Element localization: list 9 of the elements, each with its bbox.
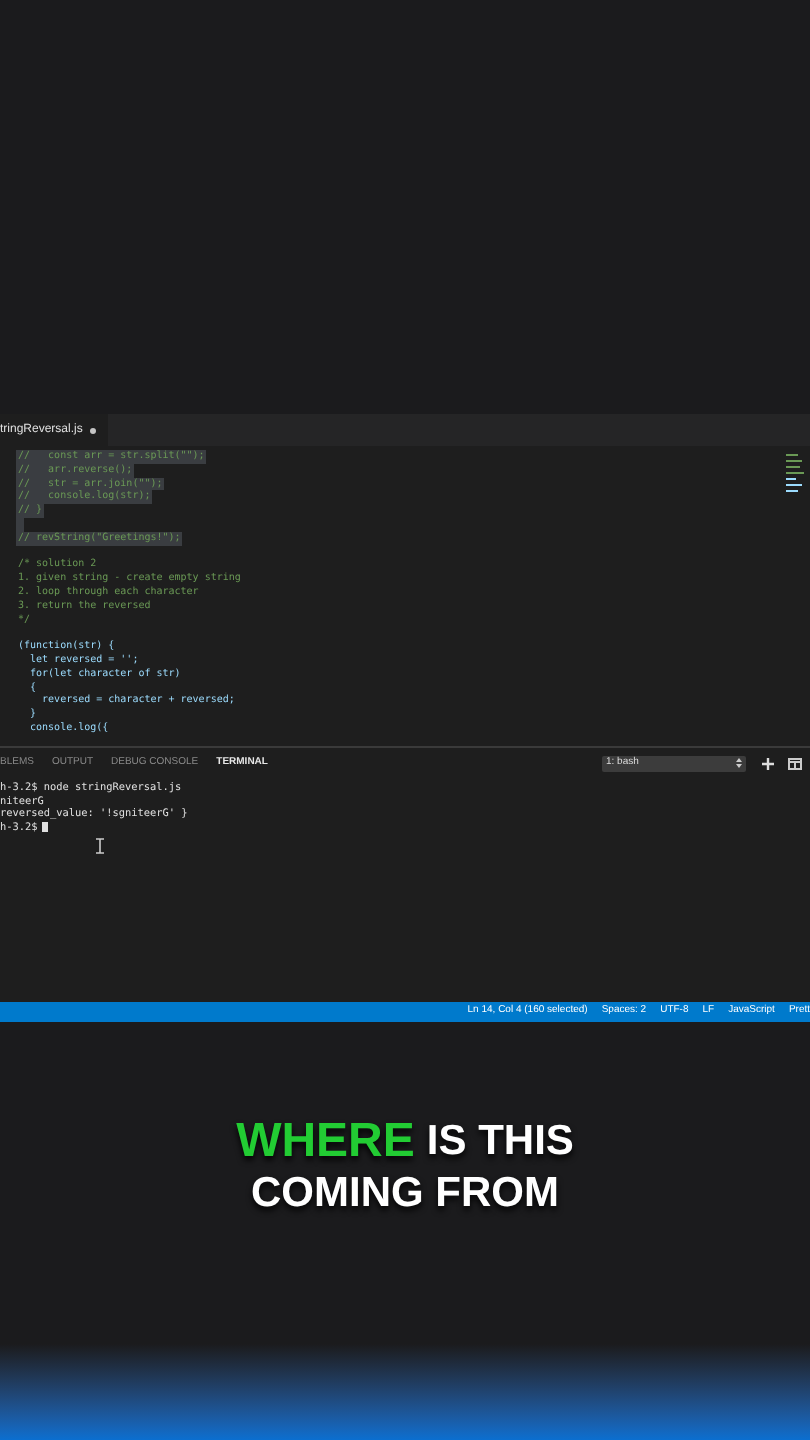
updown-caret-icon [736,758,742,768]
terminal-cursor [41,822,48,833]
plus-icon[interactable] [762,757,774,769]
caption-text: COMING FROM [251,1168,559,1220]
minimap-drawing [786,454,806,498]
split-panel-icon[interactable] [788,757,802,769]
caption-text: WHERE [236,1116,415,1168]
caption-text: IS THIS [426,1116,574,1168]
text-cursor-icon [96,838,104,854]
